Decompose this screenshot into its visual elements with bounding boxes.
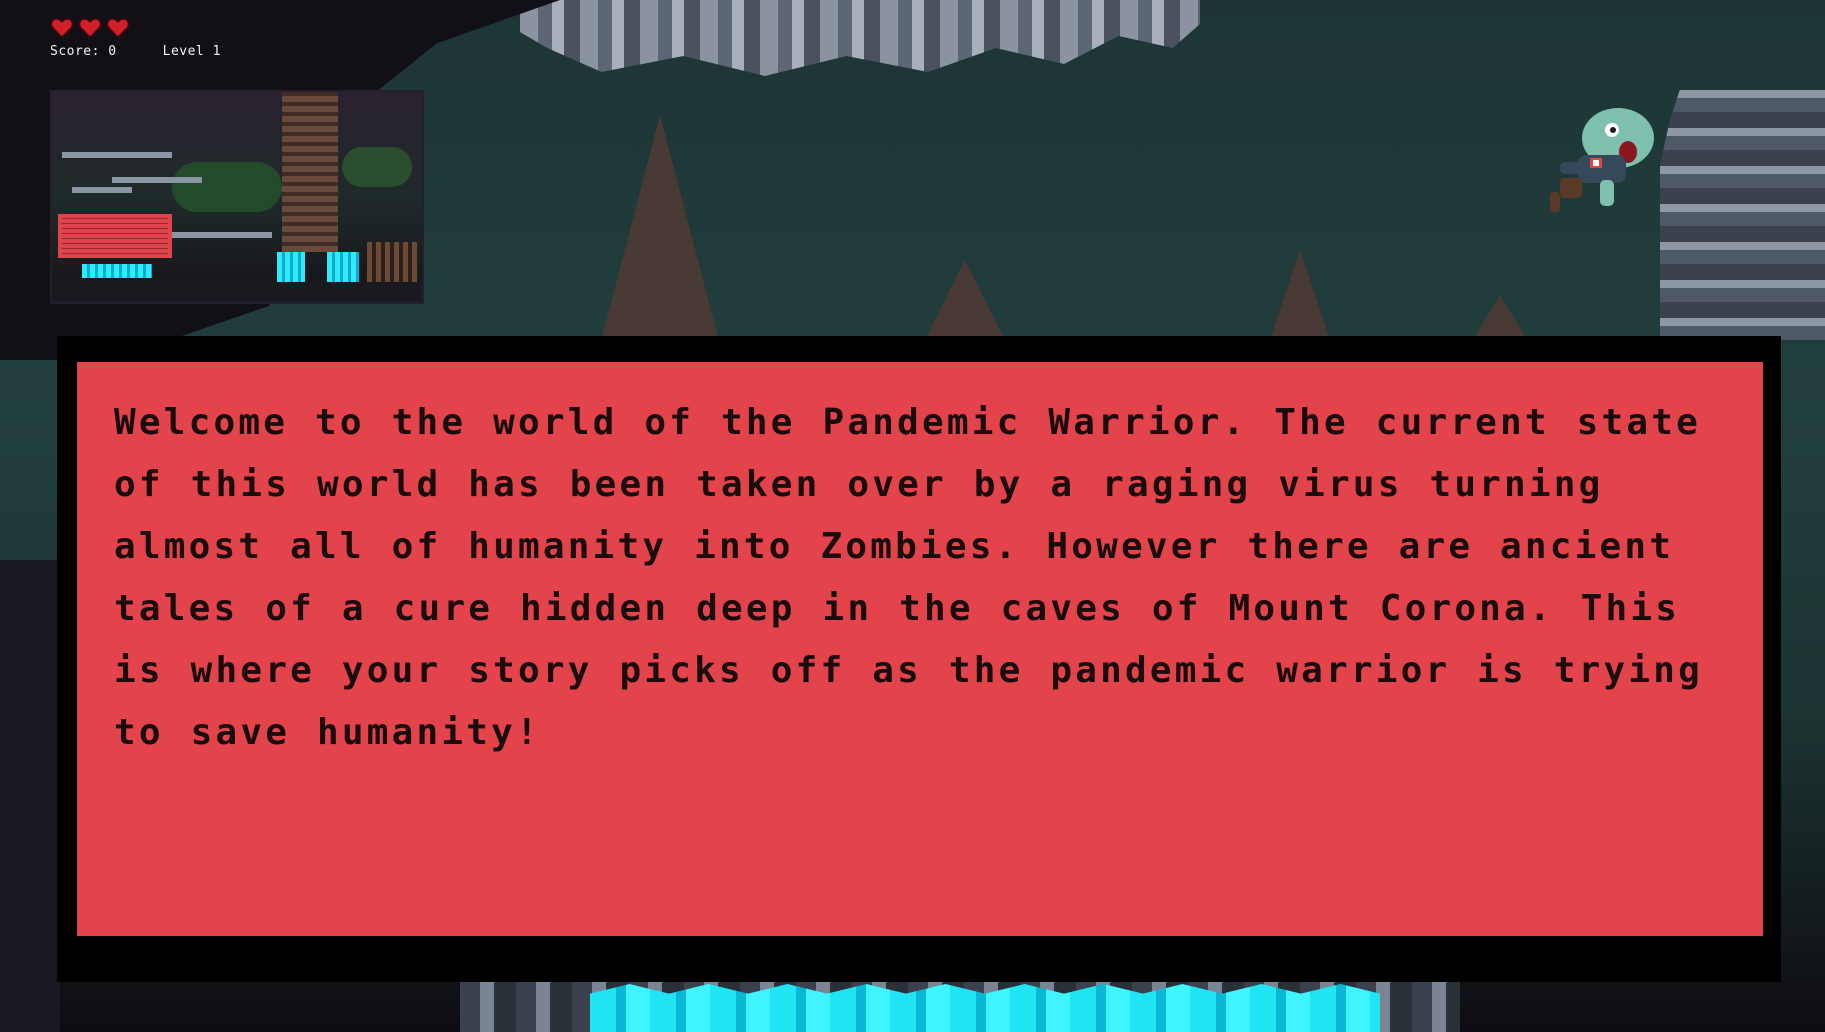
game-scene: Score: 0 Level 1 Welcome to the world of… bbox=[0, 0, 1825, 1032]
lives-display bbox=[50, 16, 221, 40]
minimap-water bbox=[327, 252, 359, 282]
cave-pillar-right bbox=[1660, 90, 1825, 340]
minimap-tower bbox=[282, 92, 338, 252]
minimap-ledge bbox=[172, 232, 272, 238]
heart-icon bbox=[50, 18, 74, 39]
score-label: Score: 0 bbox=[50, 44, 117, 59]
hud: Score: 0 Level 1 bbox=[50, 16, 221, 59]
story-dialog-panel: Welcome to the world of the Pandemic War… bbox=[77, 362, 1763, 936]
minimap bbox=[50, 90, 424, 304]
minimap-ledge bbox=[112, 177, 202, 183]
zombie-icon bbox=[1550, 108, 1654, 212]
story-dialog[interactable]: Welcome to the world of the Pandemic War… bbox=[57, 336, 1781, 982]
heart-icon bbox=[78, 18, 102, 39]
minimap-water bbox=[277, 252, 305, 282]
minimap-floor bbox=[52, 282, 422, 302]
minimap-trees bbox=[172, 162, 282, 212]
cave-wall-left-lower bbox=[0, 560, 60, 1032]
minimap-trees bbox=[342, 147, 412, 187]
minimap-fence bbox=[367, 242, 417, 282]
story-dialog-text: Welcome to the world of the Pandemic War… bbox=[114, 402, 1704, 753]
minimap-ledge bbox=[62, 152, 172, 158]
level-label: Level 1 bbox=[162, 44, 221, 59]
minimap-water bbox=[82, 264, 152, 278]
heart-icon bbox=[106, 18, 130, 39]
minimap-ledge bbox=[72, 187, 132, 193]
minimap-dialog-text bbox=[62, 218, 168, 254]
